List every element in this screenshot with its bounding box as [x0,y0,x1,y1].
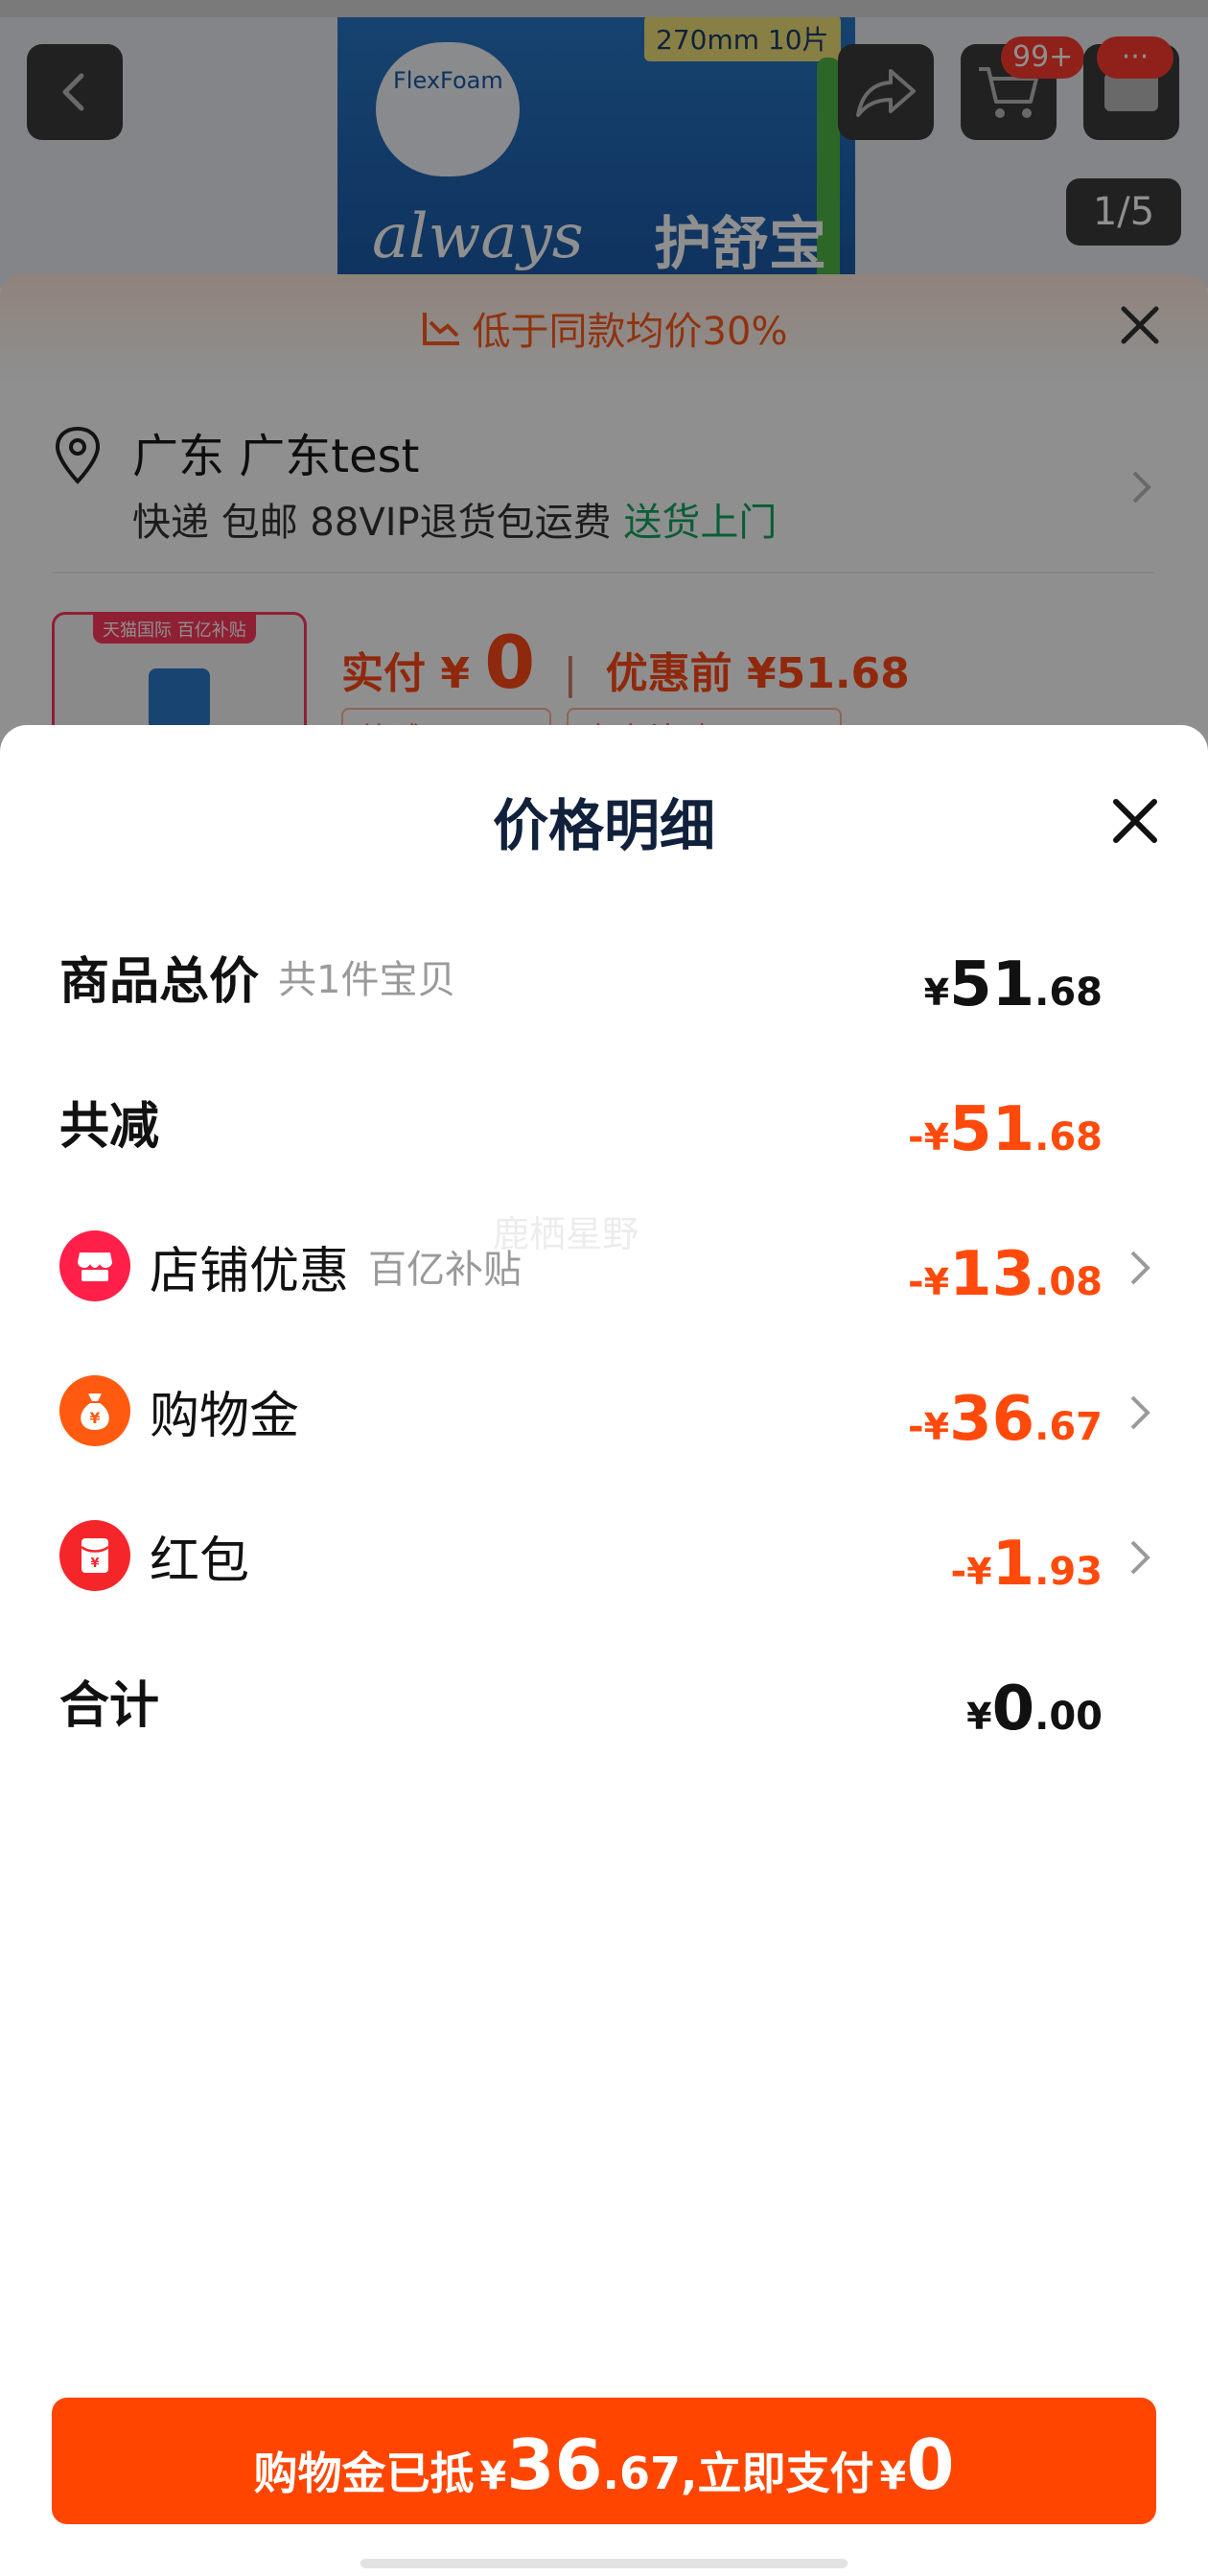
home-indicator [360,2559,848,2568]
amount-sign: - [908,1405,924,1449]
row-label-text: 红包 [150,1532,250,1590]
chevron-right-icon [1130,1540,1150,1575]
chevron-right-icon [1130,1395,1150,1430]
sheet-title: 价格明细 [492,793,715,858]
price-row-total-goods: 商品总价 共1件宝贝 ¥ 51 .68 [59,928,1152,1024]
row-sublabel: 共1件宝贝 [278,958,456,1002]
store-icon [59,1230,130,1301]
amount-sign: - [908,1260,924,1304]
cta-prefix: 购物金已抵 [253,2447,475,2499]
row-amount: - ¥ 1 .93 [951,1508,1103,1604]
amount-decimal: .93 [1034,1550,1103,1594]
amount-sign: - [908,1115,924,1159]
cta-credit-integer: 36 [506,2424,603,2505]
row-label-text: 商品总价 [59,952,260,1011]
row-sublabel: 百亿补贴 [368,1248,523,1292]
row-label: 合计 [59,1652,159,1748]
row-amount: - ¥ 13 .08 [908,1218,1103,1314]
row-label-text: 购物金 [150,1387,300,1445]
amount-integer: 13 [949,1239,1035,1310]
amount-decimal: .67 [1034,1405,1103,1449]
cta-credit-decimal: .67 [602,2447,682,2499]
amount-yen: ¥ [923,1261,950,1303]
pay-now-button[interactable]: 购物金已抵 ¥ 36 .67 ,立即支付 ¥ 0 [52,2398,1156,2524]
row-label: ¥ 购物金 [59,1363,299,1459]
amount-integer: 51 [949,1094,1035,1165]
price-row-total-discount: 共减 - ¥ 51 .68 [59,1073,1152,1169]
svg-text:¥: ¥ [89,1409,100,1427]
amount-integer: 1 [991,1529,1035,1600]
amount-decimal: .68 [1034,1115,1103,1159]
price-row-shopping-credit[interactable]: ¥ 购物金 - ¥ 36 .67 [59,1363,1152,1459]
amount-yen: ¥ [966,1696,992,1738]
cta-middle: ,立即支付 [681,2447,874,2499]
amount-yen: ¥ [923,1406,950,1448]
cta-yen: ¥ [879,2454,907,2498]
money-bag-icon: ¥ [59,1375,130,1446]
row-label: 共减 [59,1073,159,1169]
price-detail-sheet: 价格明细 鹿栖星野 商品总价 共1件宝贝 ¥ 51 .68 共减 - ¥ 51 … [0,725,1208,2576]
chevron-right-icon [1130,1251,1150,1285]
cta-yen: ¥ [479,2454,507,2498]
row-label-text: 共减 [59,1097,160,1156]
amount-decimal: .68 [1034,971,1103,1015]
row-label: ¥ 红包 [59,1508,249,1604]
row-amount: - ¥ 36 .67 [908,1363,1103,1459]
svg-text:¥: ¥ [90,1557,99,1571]
amount-yen: ¥ [923,972,950,1014]
close-icon[interactable] [1108,794,1162,848]
row-amount: ¥ 0 .00 [966,1652,1103,1748]
amount-decimal: .08 [1034,1260,1103,1304]
row-label-text: 店铺优惠 [150,1242,350,1300]
amount-decimal: .00 [1034,1695,1103,1739]
amount-sign: - [950,1550,967,1594]
row-amount: ¥ 51 .68 [924,928,1103,1024]
row-label-text: 合计 [59,1676,160,1735]
red-envelope-icon: ¥ [59,1520,130,1591]
row-amount: - ¥ 51 .68 [908,1073,1103,1169]
price-row-red-envelope[interactable]: ¥ 红包 - ¥ 1 .93 [59,1508,1152,1604]
price-row-store-discount[interactable]: 店铺优惠 百亿补贴 - ¥ 13 .08 [59,1218,1152,1314]
amount-integer: 36 [949,1384,1035,1455]
row-label: 商品总价 共1件宝贝 [59,928,455,1024]
amount-integer: 0 [991,1674,1035,1745]
amount-yen: ¥ [923,1116,950,1159]
price-row-grand-total: 合计 ¥ 0 .00 [59,1652,1152,1748]
row-label: 店铺优惠 百亿补贴 [59,1218,522,1314]
amount-integer: 51 [949,949,1035,1020]
amount-yen: ¥ [966,1551,992,1593]
cta-pay-amount: 0 [906,2424,955,2505]
